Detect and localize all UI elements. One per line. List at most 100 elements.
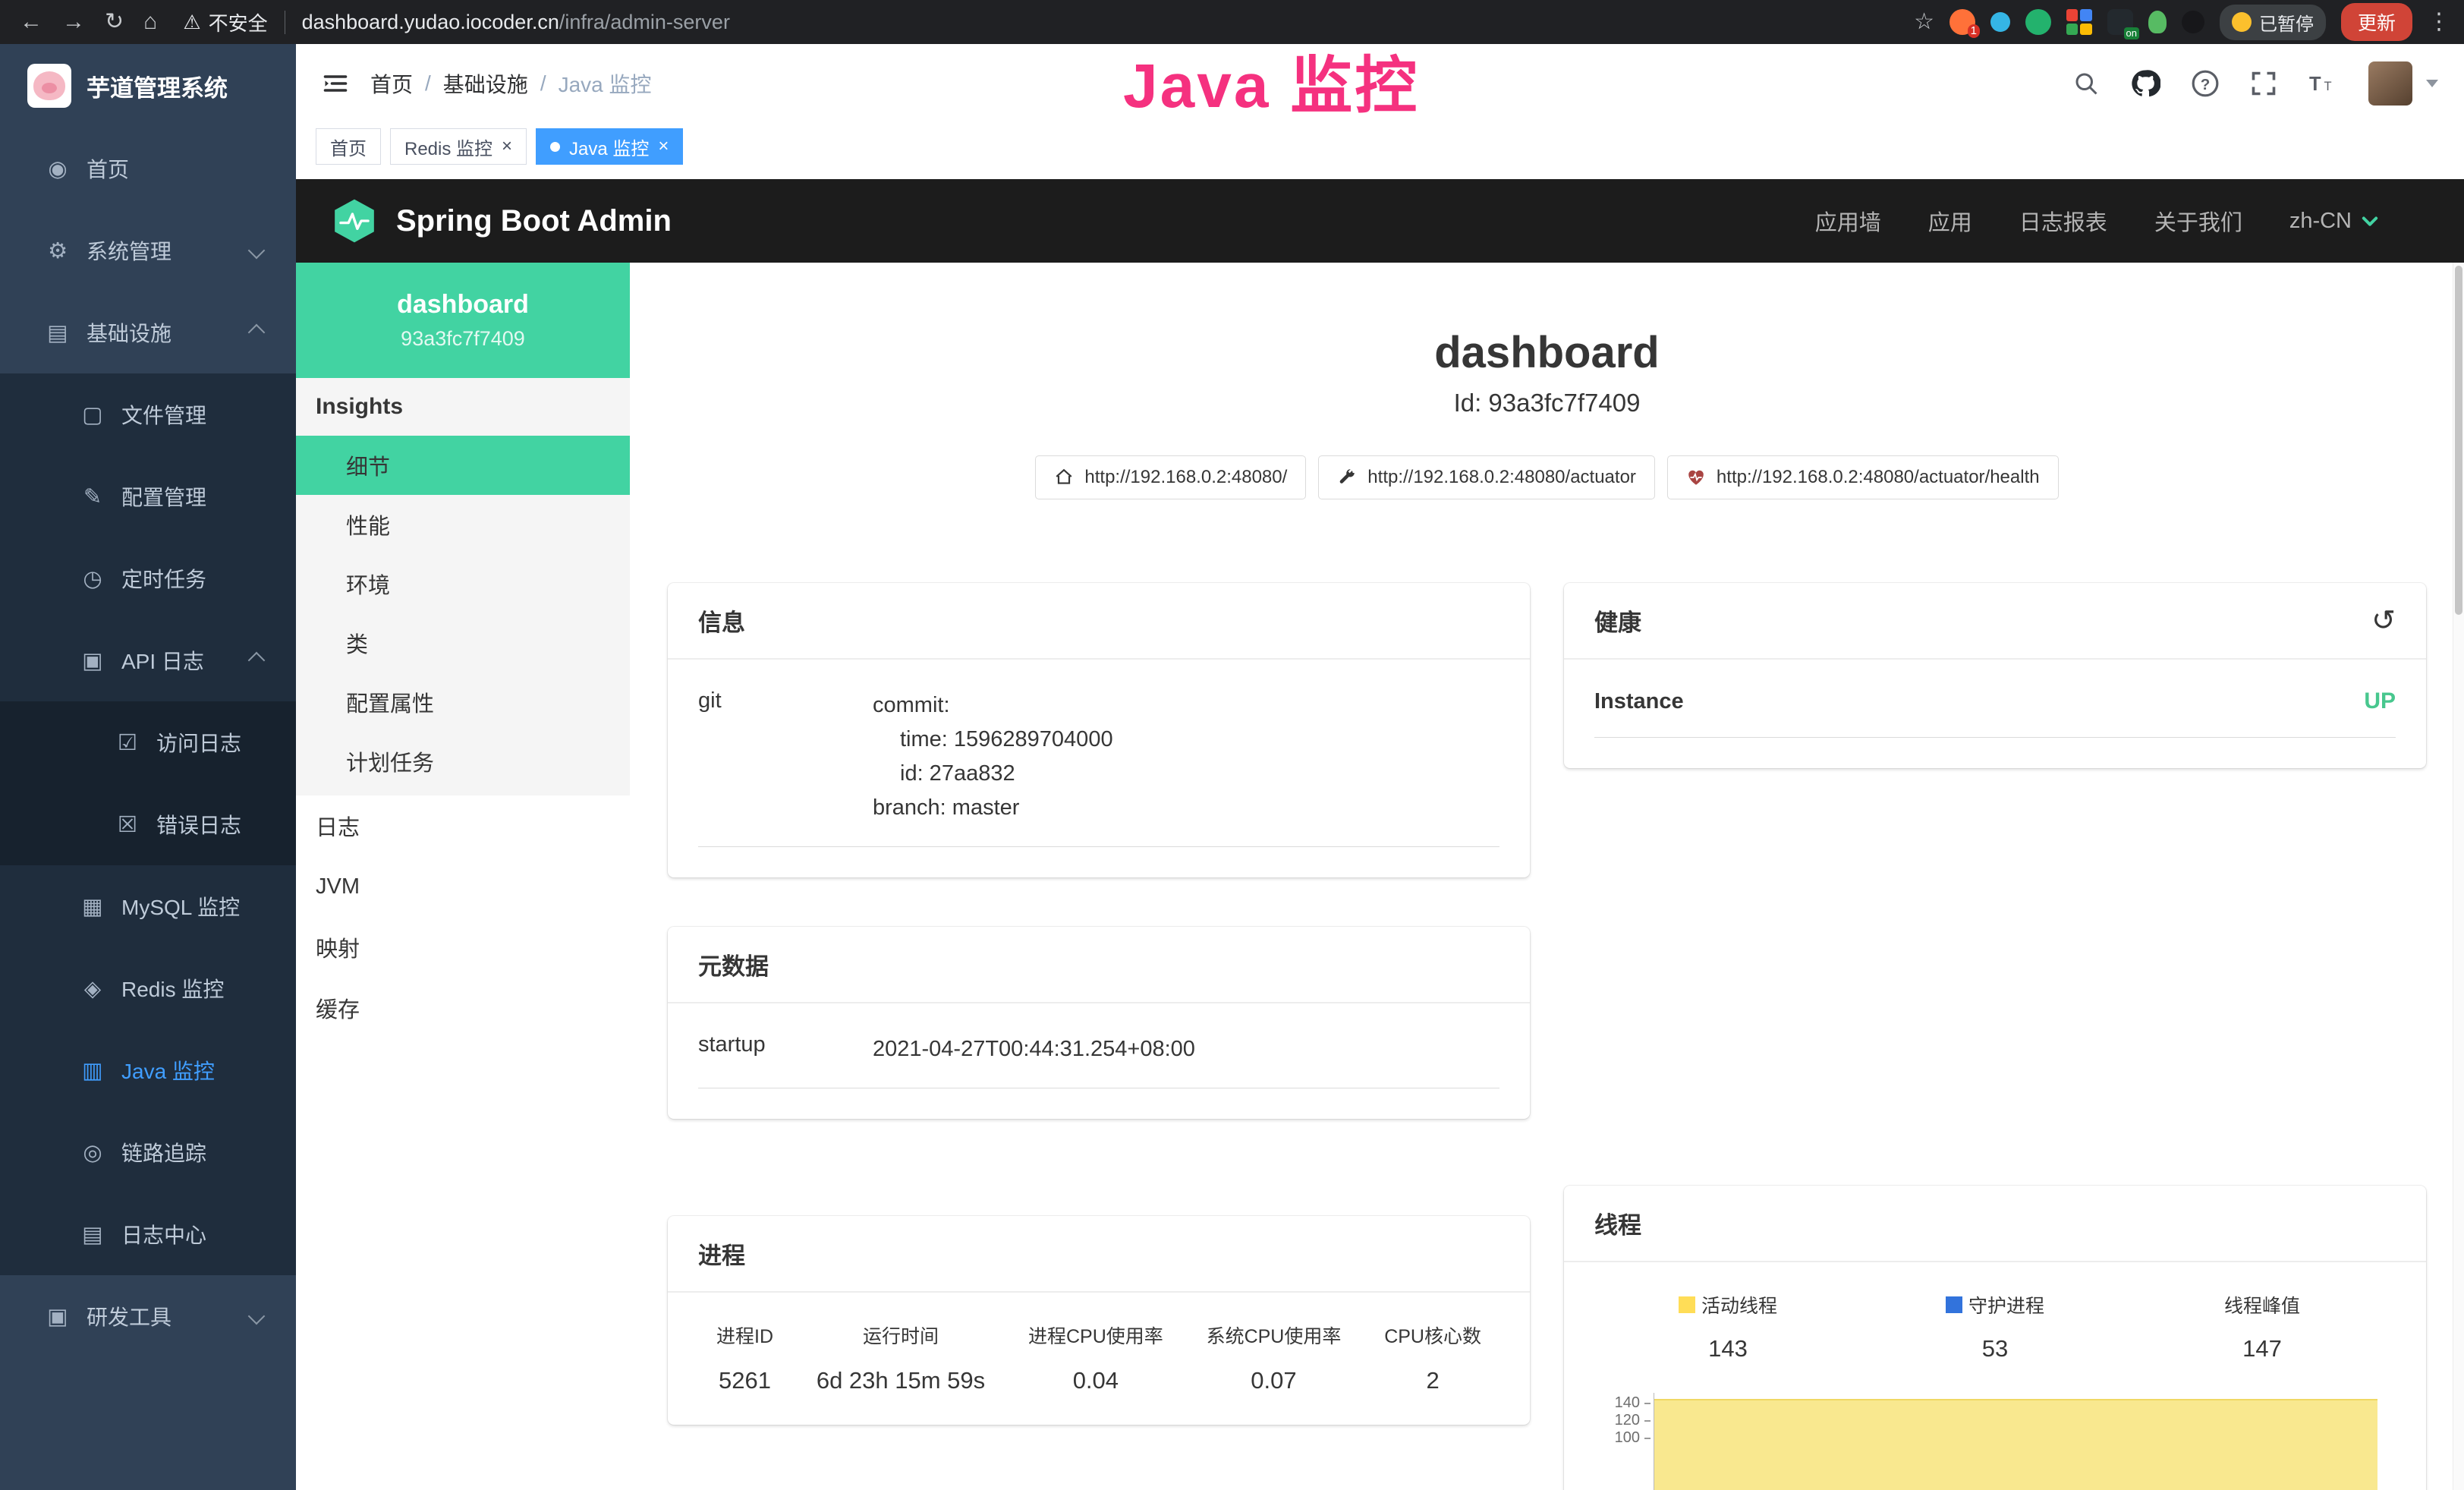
menu-item-metrics[interactable]: 性能	[296, 495, 630, 554]
card-title: 健康	[1594, 603, 1641, 638]
sidebar-item-config-management[interactable]: ✎ 配置管理	[0, 455, 296, 537]
hamburger-icon[interactable]	[322, 70, 349, 97]
screen: ← → ↻ ⌂ ⚠ 不安全 dashboard.yudao.iocoder.cn…	[0, 0, 2464, 1490]
scrollbar-thumb[interactable]	[2455, 266, 2462, 615]
health-url: http://192.168.0.2:48080/actuator/health	[1717, 467, 2040, 488]
system-cpu: 系统CPU使用率 0.07	[1207, 1321, 1342, 1394]
infrastructure-icon: ▤	[44, 320, 71, 346]
tab-redis-monitor[interactable]: Redis 监控 ×	[390, 128, 527, 165]
update-button[interactable]: 更新	[2341, 3, 2412, 41]
user-avatar[interactable]	[2368, 61, 2412, 106]
close-tab-icon[interactable]: ×	[658, 137, 669, 156]
back-icon[interactable]: ←	[20, 11, 42, 33]
sidebar-item-error-logs[interactable]: ☒ 错误日志	[0, 783, 296, 865]
actuator-url-button[interactable]: http://192.168.0.2:48080/actuator	[1318, 455, 1655, 499]
sba-nav-journal[interactable]: 日志报表	[2019, 205, 2107, 237]
health-url-button[interactable]: http://192.168.0.2:48080/actuator/health	[1667, 455, 2059, 499]
font-size-icon[interactable]: TT	[2308, 70, 2338, 97]
sidebar-item-infrastructure[interactable]: ▤ 基础设施	[0, 291, 296, 373]
menu-item-config-props[interactable]: 配置属性	[296, 673, 630, 732]
legend-swatch-icon	[1679, 1296, 1695, 1313]
security-indicator[interactable]: ⚠ 不安全	[183, 8, 267, 36]
breadcrumb-home[interactable]: 首页	[370, 68, 413, 99]
log-center-icon: ▤	[79, 1221, 106, 1248]
on-extension-icon[interactable]: on	[2107, 9, 2133, 35]
home-icon[interactable]: ⌂	[143, 11, 157, 33]
sidebar-item-file-management[interactable]: ▢ 文件管理	[0, 373, 296, 455]
cards-grid: 信息 git commit: time: 1596289704000 id: 2…	[668, 583, 2426, 1490]
tag-view-bar: 首页 Redis 监控 × Java 监控 ×	[296, 122, 2464, 179]
menu-item-details[interactable]: 细节	[296, 436, 630, 495]
sidebar-item-mysql-monitor[interactable]: ▦ MySQL 监控	[0, 865, 296, 947]
fox-extension-icon[interactable]: 1	[1949, 9, 1975, 35]
tab-home[interactable]: 首页	[316, 128, 381, 165]
sidebar-item-scheduled-tasks[interactable]: ◷ 定时任务	[0, 537, 296, 619]
menu-item-jvm[interactable]: JVM	[296, 856, 630, 917]
sidebar-item-java-monitor[interactable]: ▥ Java 监控	[0, 1029, 296, 1111]
sidebar-item-devtools[interactable]: ▣ 研发工具	[0, 1275, 296, 1357]
access-log-icon: ☑	[114, 729, 141, 756]
paused-badge[interactable]: 已暂停	[2220, 5, 2326, 40]
sidebar-item-label: 基础设施	[87, 317, 172, 348]
service-url-button[interactable]: http://192.168.0.2:48080/	[1035, 455, 1306, 499]
drop-extension-icon[interactable]	[1990, 12, 2010, 32]
url-path: /infra/admin-server	[559, 11, 730, 33]
wrench-icon	[1337, 468, 1357, 487]
sidebar-item-label: API 日志	[121, 645, 204, 676]
instance-header[interactable]: dashboard 93a3fc7f7409	[296, 263, 630, 378]
menu-item-environment[interactable]: 环境	[296, 554, 630, 613]
menu-item-classes[interactable]: 类	[296, 613, 630, 673]
tab-java-monitor[interactable]: Java 监控 ×	[536, 128, 683, 165]
scrollbar-track[interactable]	[2453, 263, 2464, 1490]
sidebar-item-system-management[interactable]: ⚙ 系统管理	[0, 209, 296, 291]
sba-brand-title: Spring Boot Admin	[396, 204, 672, 238]
health-instance-row[interactable]: Instance UP	[1594, 688, 2396, 738]
sba-nav-about[interactable]: 关于我们	[2154, 205, 2242, 237]
breadcrumb-infrastructure[interactable]: 基础设施	[443, 68, 528, 99]
java-monitor-icon: ▥	[79, 1057, 106, 1084]
sba-nav-applications[interactable]: 应用	[1928, 205, 1972, 237]
service-url: http://192.168.0.2:48080/	[1084, 467, 1287, 488]
menu-item-mappings[interactable]: 映射	[296, 917, 630, 978]
legend-live-threads: 活动线程 143	[1594, 1291, 1861, 1362]
menu-item-scheduled-tasks[interactable]: 计划任务	[296, 732, 630, 791]
sidebar-item-home[interactable]: ◉ 首页	[0, 128, 296, 209]
sidebar-item-label: 日志中心	[121, 1219, 206, 1249]
sidebar-item-api-logs[interactable]: ▣ API 日志	[0, 619, 296, 701]
browser-menu-dots-icon[interactable]: ⋮	[2428, 11, 2450, 33]
sidebar-item-redis-monitor[interactable]: ◈ Redis 监控	[0, 947, 296, 1029]
legend-peak-threads: 线程峰值 147	[2129, 1291, 2396, 1362]
menu-item-logs[interactable]: 日志	[296, 795, 630, 856]
address-bar[interactable]: dashboard.yudao.iocoder.cn/infra/admin-s…	[285, 11, 730, 34]
grid-extension-icon[interactable]	[2066, 9, 2092, 35]
sidebar-item-trace[interactable]: ◎ 链路追踪	[0, 1111, 296, 1193]
close-tab-icon[interactable]: ×	[502, 137, 512, 156]
sidebar-item-label: 系统管理	[87, 235, 172, 266]
green-extension-icon[interactable]	[2025, 9, 2051, 35]
leaf-extension-icon[interactable]	[2148, 11, 2167, 33]
warning-icon: ⚠	[183, 11, 200, 34]
search-icon[interactable]	[2072, 70, 2100, 97]
github-icon[interactable]	[2130, 68, 2160, 99]
menu-item-caches[interactable]: 缓存	[296, 978, 630, 1038]
timer-icon: ◷	[79, 565, 106, 592]
sba-nav-wallboard[interactable]: 应用墙	[1815, 205, 1881, 237]
dark-extension-icon[interactable]	[2182, 11, 2204, 33]
url-domain: dashboard.yudao.iocoder.cn	[302, 11, 559, 33]
process-uptime: 运行时间 6d 23h 15m 59s	[817, 1321, 985, 1394]
bookmark-star-icon[interactable]: ☆	[1914, 11, 1934, 33]
fullscreen-icon[interactable]	[2250, 70, 2277, 97]
sidebar-item-access-logs[interactable]: ☑ 访问日志	[0, 701, 296, 783]
forward-icon[interactable]: →	[62, 11, 85, 33]
history-icon[interactable]: ↺	[2371, 606, 2396, 635]
sba-language-select[interactable]: zh-CN	[2289, 209, 2381, 234]
sba-brand[interactable]: Spring Boot Admin	[331, 197, 672, 244]
help-icon[interactable]: ?	[2191, 69, 2220, 98]
sidebar-item-label: 访问日志	[156, 727, 241, 758]
app-logo[interactable]: 芋道管理系统	[0, 44, 296, 128]
sidebar-item-label: 链路追踪	[121, 1137, 206, 1167]
sba-body: dashboard 93a3fc7f7409 Insights 细节 性能 环境…	[296, 263, 2464, 1490]
app-title: 芋道管理系统	[87, 69, 228, 103]
refresh-icon[interactable]: ↻	[105, 11, 124, 33]
sidebar-item-log-center[interactable]: ▤ 日志中心	[0, 1193, 296, 1275]
